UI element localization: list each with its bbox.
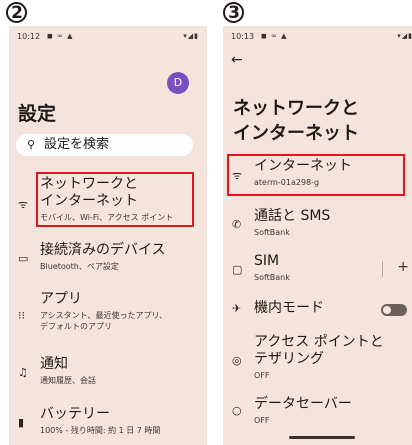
item-title: アプリ	[40, 291, 82, 307]
step-number-3: 3	[223, 2, 245, 24]
search-input[interactable]: ⚲ 設定を検索	[16, 134, 193, 156]
item-subtitle: 通知履歴、会話	[40, 376, 96, 385]
status-notification-icons: ◼ ∞ ▲	[261, 32, 288, 40]
item-subtitle: SoftBank	[254, 228, 290, 237]
status-notification-icons: ◼ ∞ ▲	[47, 32, 74, 40]
gesture-nav-bar	[289, 436, 355, 439]
settings-item-notifications[interactable]: ♫ 通知 通知履歴、会話	[9, 356, 207, 392]
status-signal-icons: ▾◢▮	[183, 32, 199, 40]
item-title: アクセス ポイントと	[254, 334, 384, 350]
item-title: SIM	[254, 253, 280, 269]
separator	[382, 261, 383, 277]
item-title: 接続済みのデバイス	[40, 242, 166, 258]
network-item-hotspot-tethering[interactable]: ◎ アクセス ポイントと テザリング OFF	[223, 334, 412, 380]
highlight-box-internet	[227, 154, 405, 196]
network-item-data-saver[interactable]: ○ データセーバー OFF	[223, 396, 412, 430]
hotspot-icon: ◎	[232, 354, 242, 367]
network-item-sim[interactable]: ▢ SIM SoftBank +	[223, 253, 412, 287]
item-title: 通話と SMS	[254, 208, 331, 224]
page-title-line2: インターネット	[233, 123, 359, 144]
network-item-airplane-mode[interactable]: ✈ 機内モード	[223, 298, 412, 322]
item-title: バッテリー	[40, 406, 110, 422]
status-bar: 10:12 ◼ ∞ ▲ ▾◢▮	[17, 32, 199, 44]
search-placeholder: 設定を検索	[44, 137, 110, 152]
search-icon: ⚲	[27, 138, 36, 151]
devices-icon: ▭	[18, 252, 29, 265]
item-subtitle: Bluetooth、ペア設定	[40, 262, 119, 271]
avatar[interactable]: D	[167, 72, 189, 94]
settings-screen: 10:12 ◼ ∞ ▲ ▾◢▮ D 設定 ⚲ 設定を検索 ᯤ ネットワークと イ…	[9, 26, 207, 445]
back-arrow-icon[interactable]: ←	[231, 52, 243, 68]
item-subtitle-line2: デフォルトのアプリ	[40, 322, 112, 331]
airplane-icon: ✈	[232, 302, 242, 315]
page-title: 設定	[18, 103, 57, 125]
sim-icon: ▢	[232, 263, 243, 276]
item-subtitle: OFF	[254, 416, 270, 425]
item-title: データセーバー	[254, 396, 352, 412]
highlight-box-network	[36, 172, 194, 227]
status-time: 10:12	[17, 32, 41, 41]
step-number-2: 2	[6, 2, 28, 24]
status-signal-icons: ▾◢▮	[397, 32, 412, 40]
network-item-calls-sms[interactable]: ✆ 通話と SMS SoftBank	[223, 208, 412, 242]
status-bar: 10:13 ◼ ∞ ▲ ▾◢▮	[231, 32, 412, 44]
wifi-icon: ᯤ	[18, 198, 29, 211]
item-subtitle: OFF	[254, 371, 270, 380]
data-saver-icon: ○	[232, 404, 242, 417]
apps-grid-icon: ⁝⁝	[18, 309, 25, 322]
item-title-line2: テザリング	[254, 351, 324, 367]
item-subtitle: アシスタント、最近使ったアプリ、	[40, 311, 168, 320]
add-sim-icon[interactable]: +	[397, 259, 409, 275]
settings-item-battery[interactable]: ▮ バッテリー 100% - 残り時間: 約 1 日 7 時間	[9, 406, 207, 442]
settings-item-connected-devices[interactable]: ▭ 接続済みのデバイス Bluetooth、ペア設定	[9, 242, 207, 278]
airplane-mode-toggle[interactable]	[381, 304, 407, 316]
status-time: 10:13	[231, 32, 255, 41]
battery-icon: ▮	[18, 416, 25, 429]
bell-icon: ♫	[18, 366, 28, 379]
item-subtitle: SoftBank	[254, 273, 290, 282]
item-title: 通知	[40, 356, 68, 372]
call-sms-icon: ✆	[232, 218, 242, 231]
settings-item-apps[interactable]: ⁝⁝ アプリ アシスタント、最近使ったアプリ、 デフォルトのアプリ	[9, 291, 207, 339]
page-title: ネットワークと インターネット	[233, 96, 359, 146]
page-title-line1: ネットワークと	[233, 98, 359, 119]
network-internet-screen: 10:13 ◼ ∞ ▲ ▾◢▮ ← ネットワークと インターネット ᯤ インター…	[223, 26, 412, 445]
item-subtitle: 100% - 残り時間: 約 1 日 7 時間	[40, 426, 161, 435]
